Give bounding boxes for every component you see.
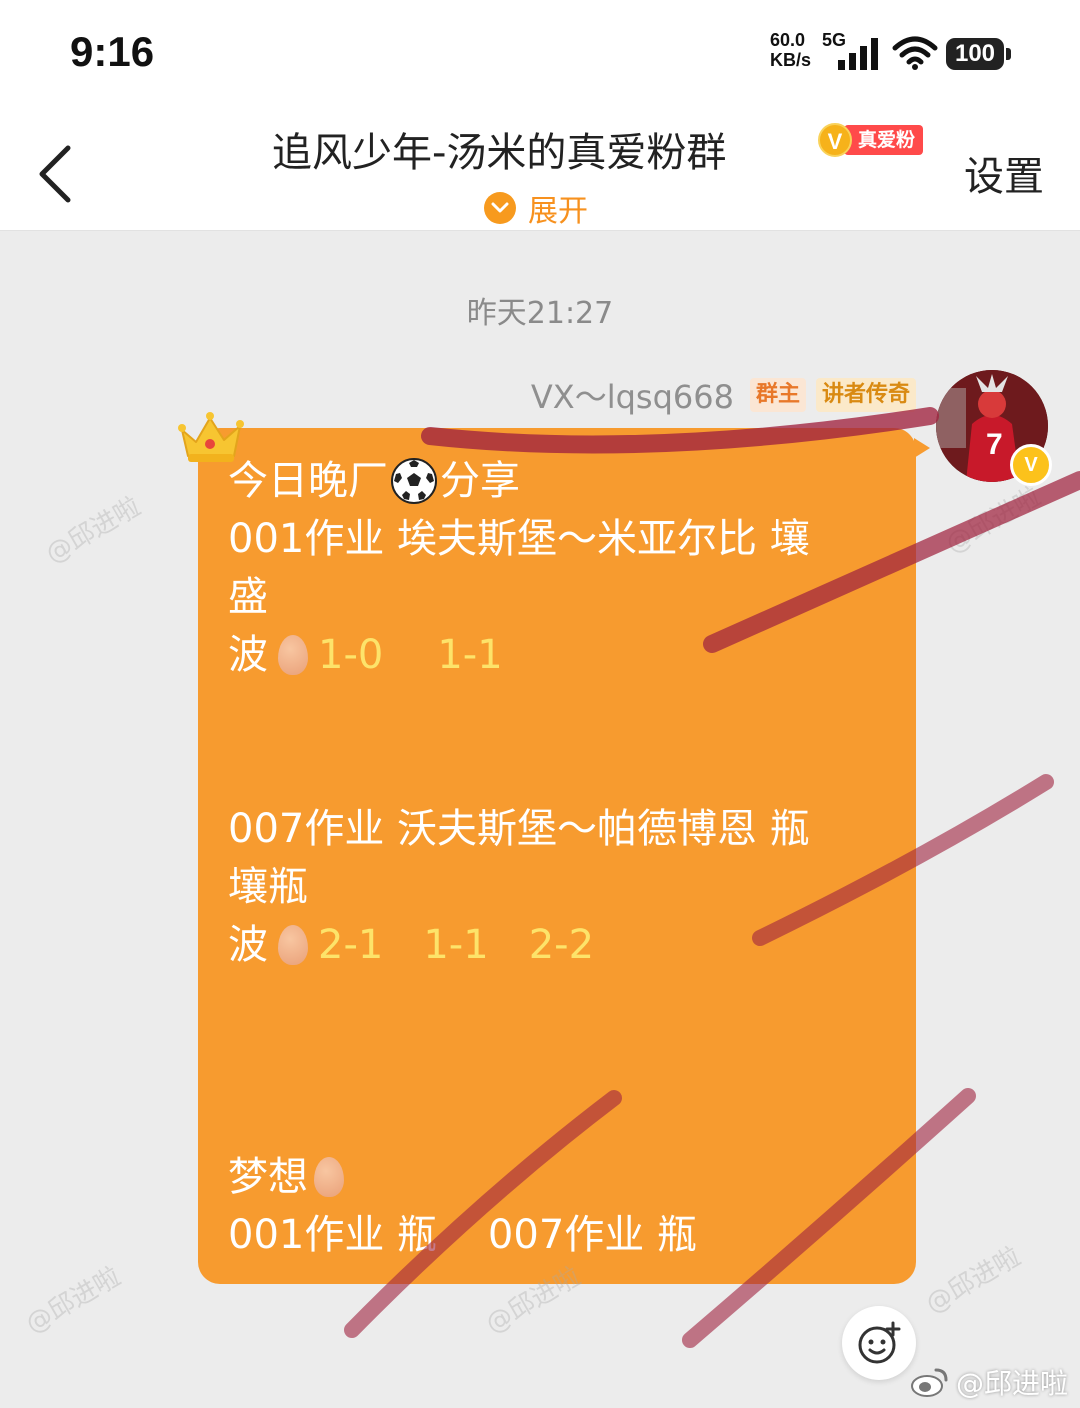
match2-score: 2-2 <box>528 922 595 968</box>
match1-scores: 波 1-0 1-1 <box>228 626 916 684</box>
match2-line: 007作业 沃夫斯堡～帕德博恩 瓶 <box>228 806 810 852</box>
egg-icon <box>278 925 308 965</box>
sender-info: VX～lqsq668 群主 讲者传奇 <box>531 372 916 418</box>
egg-icon <box>314 1157 344 1197</box>
weibo-logo-icon <box>910 1368 948 1397</box>
egg-icon <box>278 635 308 675</box>
fan-badge: V 真爱粉 <box>818 122 924 158</box>
match2-wave-label: 波 <box>228 922 268 968</box>
match1-line: 001作业 埃夫斯堡～米亚尔比 壤 <box>228 516 810 562</box>
match1-wave-label: 波 <box>228 632 268 678</box>
tag-speaker-legend: 讲者传奇 <box>815 378 916 412</box>
verified-badge: V <box>1010 444 1052 486</box>
sender-name[interactable]: VX～lqsq668 <box>531 372 734 418</box>
v-coin-icon: V <box>818 123 852 157</box>
settings-button[interactable]: 设置 <box>964 144 1044 202</box>
match1-score: 1-1 <box>437 632 503 678</box>
match2-score: 2-1 <box>318 922 384 968</box>
battery-indicator: 100 <box>946 38 1011 70</box>
watermark: @邱进啦 <box>40 491 146 570</box>
dream-line: 001作业 瓶 007作业 瓶 <box>228 1212 697 1258</box>
message-timestamp: 昨天21:27 <box>466 296 614 331</box>
signal-icon <box>838 38 878 70</box>
match2-score: 1-1 <box>423 922 489 968</box>
network-speed-unit: KB/s <box>770 50 812 70</box>
dream-label-line: 梦想 <box>228 1148 916 1206</box>
group-title[interactable]: 追风少年-汤米的真爱粉群 <box>272 120 726 178</box>
soccer-ball-icon <box>391 458 437 504</box>
status-time: 9:16 <box>70 28 155 75</box>
fan-badge-label: 真爱粉 <box>844 125 924 155</box>
emoji-add-button[interactable] <box>842 1306 916 1380</box>
back-icon[interactable] <box>36 144 76 204</box>
weibo-watermark-text: @邱进啦 <box>955 1367 1068 1400</box>
tag-group-owner: 群主 <box>749 378 806 412</box>
crown-icon <box>178 412 244 462</box>
expand-label: 展开 <box>528 194 588 229</box>
weibo-watermark: @邱进啦 <box>910 1362 1068 1402</box>
chat-header: 追风少年-汤米的真爱粉群 V 真爱粉 展开 设置 <box>0 100 1080 231</box>
watermark: @邱进啦 <box>940 481 1046 560</box>
emoji-add-icon <box>858 1321 901 1364</box>
chevron-down-icon <box>484 192 516 224</box>
message-bubble[interactable]: 今日晚厂 分享 001作业 埃夫斯堡～米亚尔比 壤 盛 波 1-0 1-1 00… <box>198 428 930 1284</box>
expand-button[interactable]: 展开 <box>484 186 588 230</box>
dream-label: 梦想 <box>228 1154 308 1200</box>
network-speed: 60.0 KB/s <box>770 30 811 70</box>
message-line: 今日晚厂 分享 <box>228 452 916 510</box>
status-bar: 9:16 60.0 KB/s 5G 100 <box>0 0 1080 100</box>
watermark: @邱进啦 <box>20 1261 126 1340</box>
match1-continuation: 盛 <box>228 574 268 620</box>
match2-scores: 波 2-1 1-1 2-2 <box>228 916 916 974</box>
match2-continuation: 壤瓶 <box>228 864 308 910</box>
watermark: @邱进啦 <box>920 1241 1026 1320</box>
message-intro: 今日晚厂 <box>228 458 388 504</box>
network-speed-value: 60.0 <box>770 30 806 50</box>
message-intro-suffix: 分享 <box>440 458 520 504</box>
wifi-icon <box>892 36 938 70</box>
svg-text:7: 7 <box>986 428 1003 461</box>
match1-score: 1-0 <box>318 632 384 678</box>
